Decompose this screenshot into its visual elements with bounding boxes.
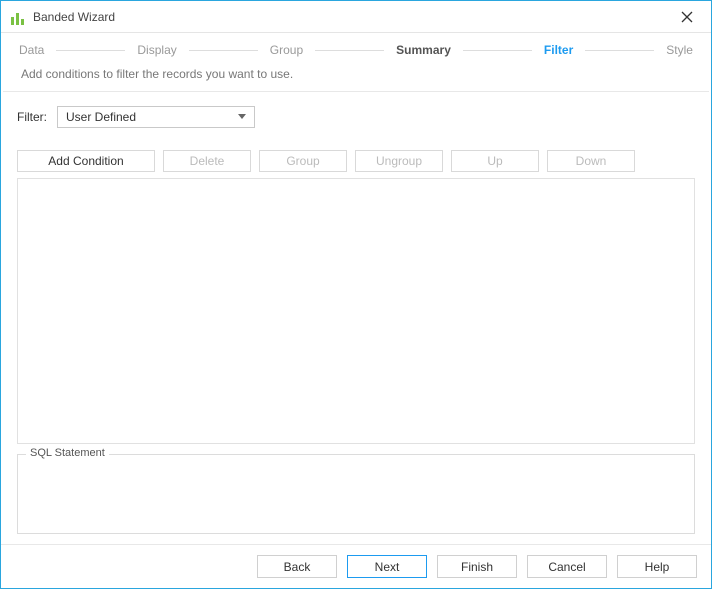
down-button: Down [547,150,635,172]
step-divider [585,50,654,51]
filter-select[interactable]: User Defined [57,106,255,128]
app-icon [11,9,27,25]
back-button[interactable]: Back [257,555,337,578]
step-divider [463,50,532,51]
step-divider [315,50,384,51]
footer: Back Next Finish Cancel Help [1,544,711,588]
step-bar: Data Display Group Summary Filter Style [1,33,711,67]
group-button: Group [259,150,347,172]
step-divider [56,50,125,51]
filter-label: Filter: [17,110,47,124]
window-title: Banded Wizard [33,10,671,24]
finish-button[interactable]: Finish [437,555,517,578]
ungroup-button: Ungroup [355,150,443,172]
step-filter[interactable]: Filter [540,43,577,57]
step-summary[interactable]: Summary [392,43,455,57]
wizard-window: Banded Wizard Data Display Group Summary… [0,0,712,589]
content-area: Filter: User Defined Add Condition Delet… [3,91,709,544]
close-button[interactable] [671,5,703,29]
help-button[interactable]: Help [617,555,697,578]
sql-statement-panel: SQL Statement [17,454,695,534]
condition-list[interactable] [17,178,695,444]
step-display[interactable]: Display [133,43,180,57]
subheader-text: Add conditions to filter the records you… [1,67,711,91]
step-group[interactable]: Group [266,43,307,57]
step-divider [189,50,258,51]
add-condition-button[interactable]: Add Condition [17,150,155,172]
filter-row: Filter: User Defined [17,106,695,128]
up-button: Up [451,150,539,172]
step-data[interactable]: Data [15,43,48,57]
condition-toolbar: Add Condition Delete Group Ungroup Up Do… [17,150,695,172]
step-style[interactable]: Style [662,43,697,57]
titlebar: Banded Wizard [1,1,711,33]
filter-select-value: User Defined [66,110,136,124]
close-icon [681,11,693,23]
cancel-button[interactable]: Cancel [527,555,607,578]
chevron-down-icon [234,110,250,124]
sql-statement-legend: SQL Statement [26,447,109,459]
delete-button: Delete [163,150,251,172]
next-button[interactable]: Next [347,555,427,578]
